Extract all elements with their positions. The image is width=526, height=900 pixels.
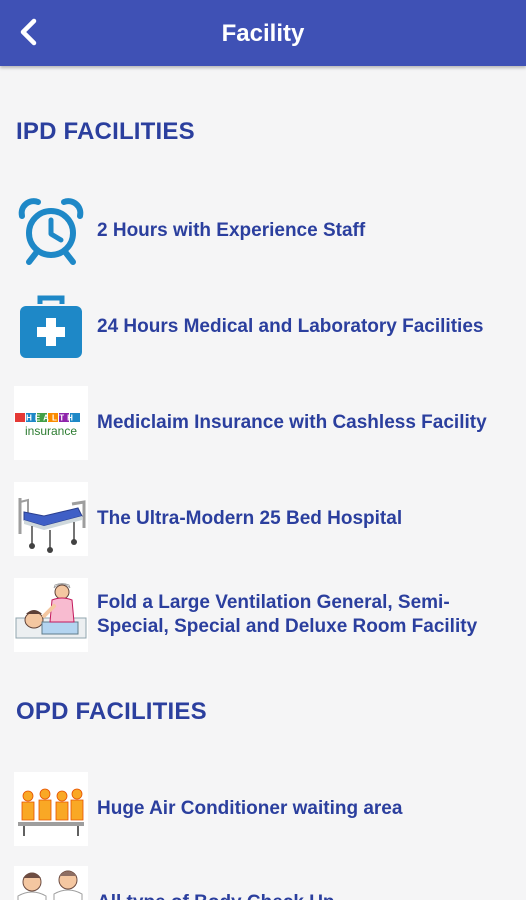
- thumb-frame: [14, 578, 88, 652]
- thumb-frame: [14, 772, 88, 846]
- alarm-clock-icon: [18, 198, 84, 265]
- item-label: Mediclaim Insurance with Cashless Facili…: [97, 412, 487, 433]
- item-label: Fold a Large Ventilation General, Semi-S…: [97, 592, 478, 637]
- list-item-medical-lab[interactable]: 24 Hours Medical and Laboratory Faciliti…: [14, 290, 514, 364]
- thumb-frame: HEALTH insurance: [14, 386, 88, 460]
- item-label: 2 Hours with Experience Staff: [97, 220, 366, 241]
- doctors-icon: [17, 870, 83, 900]
- thumb-frame: [14, 482, 88, 556]
- item-label: Huge Air Conditioner waiting area: [97, 798, 403, 819]
- facility-screen: Facility IPD FACILITIES 2 Hours with Exp…: [0, 0, 526, 900]
- item-label: The Ultra-Modern 25 Bed Hospital: [97, 508, 403, 529]
- list-item-staff[interactable]: 2 Hours with Experience Staff: [14, 194, 514, 268]
- item-label: All type of Body Check Up: [97, 891, 335, 900]
- item-label: 24 Hours Medical and Laboratory Faciliti…: [97, 316, 484, 337]
- hospital-bed-icon: [18, 498, 86, 553]
- insurance-icon-text-top: HEALTH: [26, 414, 76, 423]
- list-item-checkup[interactable]: All type of Body Check Up: [14, 866, 514, 900]
- facility-list: IPD FACILITIES 2 Hours with Experience S…: [0, 66, 526, 900]
- thumb-frame: [14, 290, 88, 364]
- medical-kit-icon: [20, 295, 82, 358]
- waiting-area-icon: [18, 788, 84, 836]
- list-item-insurance[interactable]: HEALTH insurance Mediclaim Insurance wit…: [14, 386, 514, 460]
- insurance-icon-text-bottom: insurance: [25, 424, 77, 438]
- list-item-beds[interactable]: The Ultra-Modern 25 Bed Hospital: [14, 482, 514, 556]
- thumb-frame: [14, 866, 88, 900]
- list-item-waiting-area[interactable]: Huge Air Conditioner waiting area: [14, 772, 514, 846]
- section-title-ipd: IPD FACILITIES: [16, 118, 195, 145]
- page-title: Facility: [221, 20, 305, 47]
- section-title-opd: OPD FACILITIES: [16, 698, 207, 725]
- thumb-frame: [14, 194, 88, 268]
- app-bar: Facility: [0, 0, 526, 66]
- list-item-rooms[interactable]: Fold a Large Ventilation General, Semi-S…: [14, 578, 514, 652]
- health-insurance-icon: HEALTH insurance: [15, 413, 80, 438]
- nurse-patient-icon: [15, 583, 87, 639]
